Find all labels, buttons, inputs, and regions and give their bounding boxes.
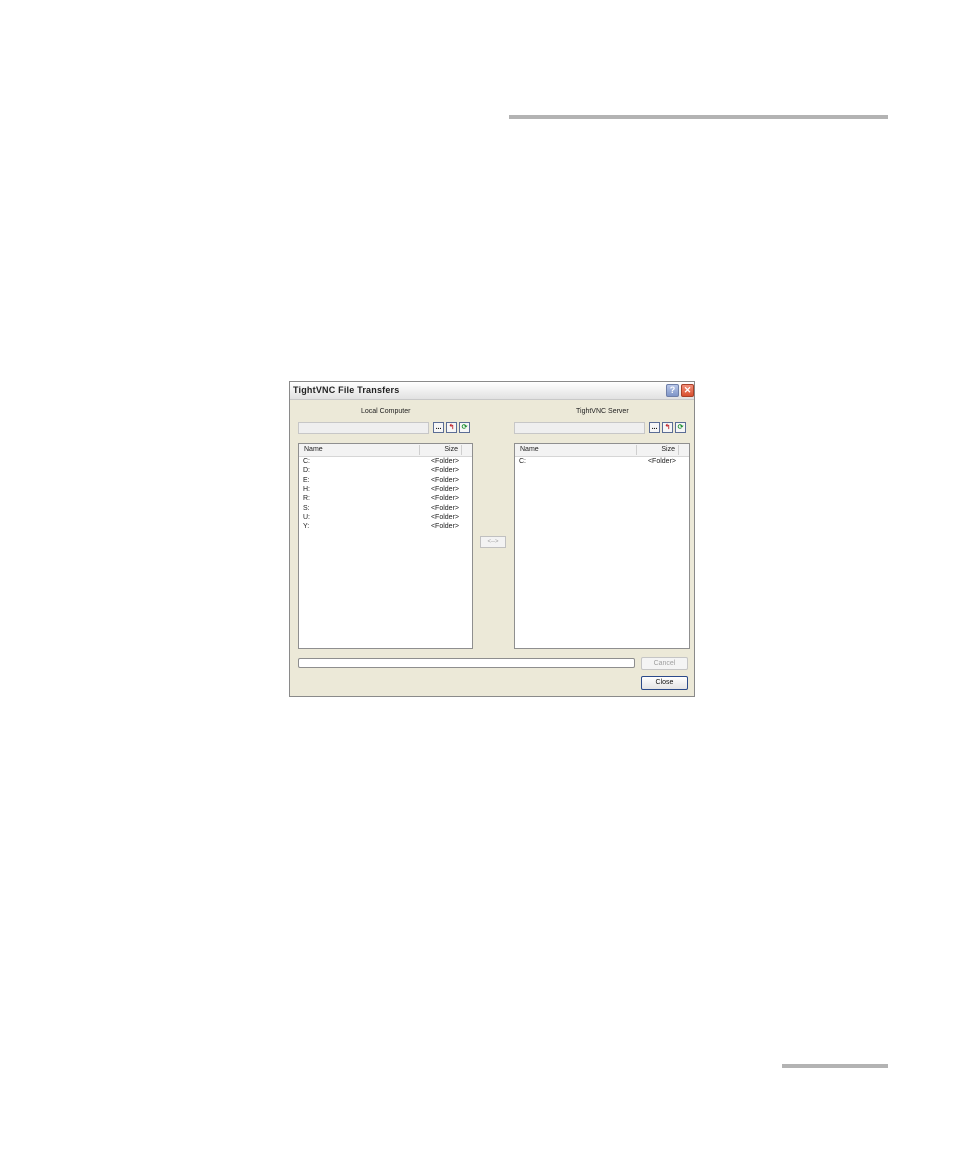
remote-up-folder-icon[interactable]: ↰ [662,422,673,433]
remote-path-field[interactable] [514,422,645,434]
local-path-field[interactable] [298,422,429,434]
close-button[interactable]: Close [641,676,688,690]
title-bar[interactable]: TightVNC File Transfers ? ✕ [290,382,694,400]
page-footer-rule [782,1064,888,1068]
item-size: <Folder> [430,523,459,531]
remote-column-name[interactable]: Name [520,446,539,453]
local-up-folder-icon[interactable]: ↰ [446,422,457,433]
item-name: Y: [303,523,310,531]
close-window-button[interactable]: ✕ [681,384,694,397]
remote-browse-button[interactable]: ... [649,422,660,433]
remote-column-size[interactable]: Size [661,446,675,453]
file-transfer-dialog: TightVNC File Transfers ? ✕ Local Comput… [289,381,695,697]
list-item[interactable]: D: <Folder> [299,467,472,476]
cancel-button[interactable]: Cancel [641,657,688,670]
item-size: <Folder> [430,513,459,521]
item-name: S: [303,504,310,512]
column-divider[interactable] [419,445,420,455]
local-refresh-icon[interactable]: ⟳ [459,422,470,433]
item-name: C: [519,458,526,465]
list-item[interactable]: U: <Folder> [299,514,472,523]
item-name: C: [303,458,310,465]
remote-refresh-icon[interactable]: ⟳ [675,422,686,433]
item-size: <Folder> [430,485,459,493]
item-name: E: [303,476,310,484]
help-button[interactable]: ? [666,384,679,397]
remote-pane-caption: TightVNC Server [576,408,629,415]
remote-file-list[interactable]: Name Size C: <Folder> [514,443,690,649]
item-size: <Folder> [430,504,459,512]
item-name: D: [303,467,310,475]
list-item[interactable]: R: <Folder> [299,495,472,504]
page-header-rule [509,115,888,119]
item-name: U: [303,513,310,521]
column-divider[interactable] [678,445,679,455]
list-item[interactable]: H: <Folder> [299,486,472,495]
local-list-header: Name Size [299,444,472,457]
item-size: <Folder> [647,458,676,465]
transfer-button[interactable]: <--> [480,536,506,548]
item-size: <Folder> [430,458,459,465]
list-item[interactable]: S: <Folder> [299,505,472,514]
list-item[interactable]: C: <Folder> [515,458,689,467]
list-item[interactable]: E: <Folder> [299,477,472,486]
item-name: H: [303,485,310,493]
window-title: TightVNC File Transfers [293,385,400,395]
column-divider[interactable] [461,445,462,455]
item-name: R: [303,495,310,503]
column-divider[interactable] [636,445,637,455]
local-pane-caption: Local Computer [361,408,411,415]
remote-list-header: Name Size [515,444,689,457]
local-column-name[interactable]: Name [304,446,323,453]
local-file-list[interactable]: Name Size C: <Folder> D: <Folder> E: <Folder>… [298,443,473,649]
transfer-progress-bar [298,658,635,668]
local-column-size[interactable]: Size [444,446,458,453]
item-size: <Folder> [430,467,459,475]
item-size: <Folder> [430,495,459,503]
list-item[interactable]: Y: <Folder> [299,523,472,532]
list-item[interactable]: C: <Folder> [299,458,472,467]
item-size: <Folder> [430,476,459,484]
local-browse-button[interactable]: ... [433,422,444,433]
